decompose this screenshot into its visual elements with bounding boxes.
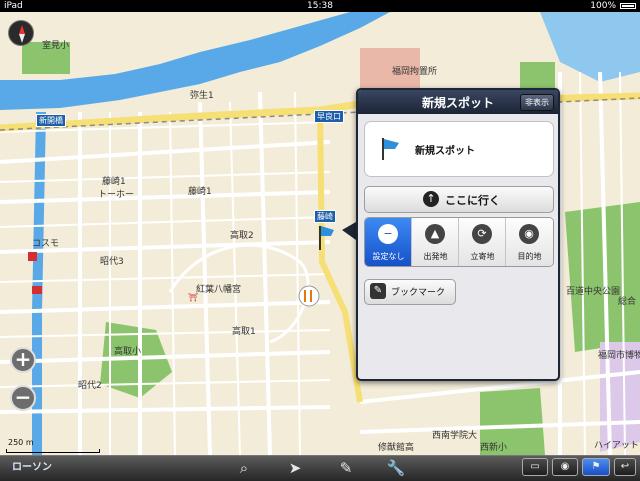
map-label-highgate: ハイアット [594,441,639,451]
segment-none-label: 設定なし [372,252,405,261]
compass-icon[interactable] [8,20,34,46]
map-label-shoudai2: 昭代2 [78,381,102,391]
settings-wrench-icon[interactable]: 🔧 [384,458,408,478]
station-sawaraguchi: 早良口 [314,110,344,123]
bookmark-icon: ✎ [370,283,386,299]
map-label-seinan: 西南学院大 [432,431,478,441]
station-fujisaki: 藤崎 [314,210,336,223]
navigation-icon[interactable]: ➤ [283,458,307,478]
edit-icon[interactable]: ✎ [334,458,358,478]
status-bar: iPad 15:38 100% [0,0,640,12]
spot-panel: 新規スポット 非表示 新規スポット ↑ ここに行く − 設定なし ▲ 出発地 ⟳… [356,88,560,381]
segment-departure-label: 出発地 [423,252,448,261]
map-label-yayoi: 弥生1 [190,91,214,101]
copyright-label: ローソン [12,462,52,473]
flag-button[interactable]: ⚑ [582,458,610,476]
screen-mode-button[interactable]: ▭ [522,458,548,476]
hide-button[interactable]: 非表示 [520,94,554,111]
map-label-hakubutsu: 福岡市博物 [598,351,640,361]
departure-icon: ▲ [425,224,445,244]
minus-icon: − [378,224,398,244]
map-label-shuyukan: 修猷館高 [378,443,415,453]
flag-icon [382,138,399,160]
panel-header: 新規スポット 非表示 [358,90,558,114]
map-label-sogo: 総合 [618,297,637,307]
zoom-in-button[interactable]: + [10,347,36,373]
route-type-selector: − 設定なし ▲ 出発地 ⟳ 立寄地 ◉ 目的地 [364,217,554,267]
back-button[interactable]: ↩ [614,458,636,476]
map-label-kodori-sho: 高取小 [114,347,142,357]
station-shinjoubashi: 新開橋 [36,114,66,127]
go-here-label: ここに行く [445,194,500,207]
waypoint-icon: ⟳ [472,224,492,244]
tv-button[interactable]: ◉ [552,458,578,476]
destination-icon: ◉ [519,224,539,244]
scale-label: 250 m [8,438,34,447]
segment-waypoint-label: 立寄地 [470,252,495,261]
go-here-button[interactable]: ↑ ここに行く [364,186,554,213]
segment-waypoint[interactable]: ⟳ 立寄地 [459,218,506,266]
spot-name: 新規スポット [415,146,475,157]
bookmark-label: ブックマーク [391,288,446,298]
map-label-kochisho: 福岡拘置所 [392,67,438,77]
map-label-momochi: 百道中央公園 [566,287,621,297]
battery-icon [620,3,636,9]
zoom-out-button[interactable]: − [10,385,36,411]
segment-departure[interactable]: ▲ 出発地 [412,218,459,266]
bookmark-button[interactable]: ✎ ブックマーク [364,279,456,305]
map-label-shoudai3: 昭代3 [100,257,124,267]
arrow-up-icon: ↑ [423,191,439,207]
map-label-fujisaki1: 藤崎1 [102,177,126,187]
map-label-kodori1: 高取1 [232,327,256,337]
map-label-nishishin: 西新小 [480,443,508,453]
map-label-topo: トーホー [98,190,135,200]
scale-bar [6,449,100,453]
map-label-muromi: 室見小 [42,41,70,51]
battery-percent: 100% [590,1,616,11]
map-label-fujisaki1b: 藤崎1 [188,187,212,197]
map-label-kodori2: 高取2 [230,231,254,241]
spot-card[interactable]: 新規スポット [364,121,554,177]
segment-destination-label: 目的地 [517,252,542,261]
segment-destination[interactable]: ◉ 目的地 [506,218,553,266]
segment-none[interactable]: − 設定なし [365,218,412,266]
map-label-cosmo: コスモ [32,239,60,249]
search-icon[interactable]: ⌕ [232,458,256,478]
map-label-momiji: 紅葉八幡宮 [196,285,242,295]
status-time: 15:38 [307,1,333,11]
